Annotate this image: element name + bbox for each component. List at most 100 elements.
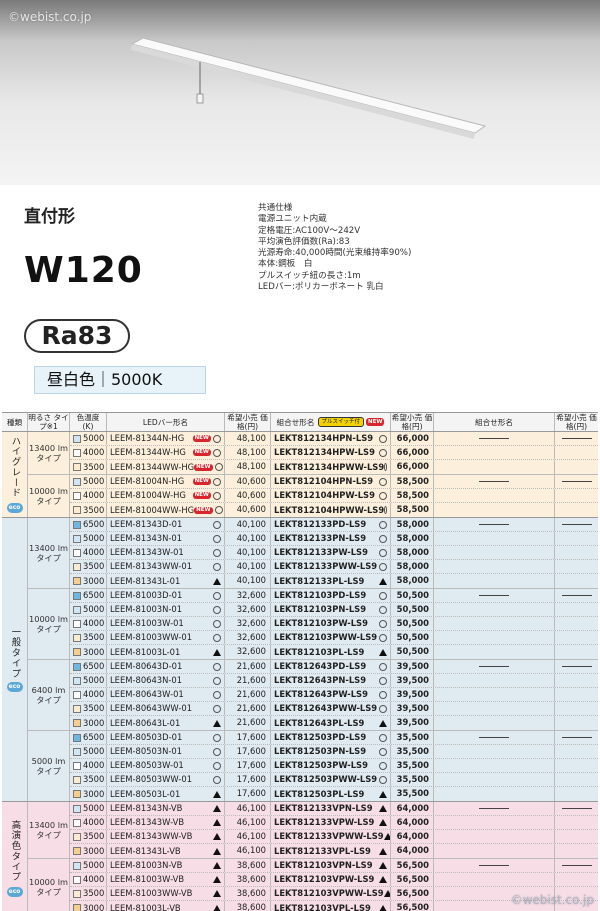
combination-cell: LEKT812103PW-LS9 — [271, 617, 391, 630]
combination-price: 58,500 — [391, 475, 434, 488]
table-row: 3500 LEEM-80643WW-01 21,600 LEKT812643PWW-L… — [70, 702, 598, 716]
led-bar-cell: LEEM-81343D-01 — [107, 518, 225, 531]
color-temp-value: 5000 — [83, 604, 105, 614]
led-bar-code-wrap: LEEM-81004WW-HG — [110, 504, 194, 517]
color-temp-cell: 6500 — [70, 518, 107, 531]
led-bar-cell: LEEM-81344WW-HG NEW — [107, 460, 225, 474]
price3-cell — [555, 617, 598, 630]
table-row: 3500 LEEM-81344WW-HG NEW 48,100 LEKT812134HP… — [70, 460, 598, 474]
combination-code: LEKT812103PL-LS9 — [274, 646, 365, 657]
circle-mark-icon — [379, 448, 387, 457]
price3-cell — [555, 830, 598, 843]
table-row: 3000 LEEM-80643L-01 21,600 LEKT812643PL-LS9… — [70, 716, 598, 730]
led-bar-code: LEEM-81344N-HG — [110, 433, 185, 443]
combination-code: LEKT812134HPW-LS9 — [274, 447, 375, 457]
combination-cell: LEKT812133PW-LS9 — [271, 546, 391, 559]
led-bar-code: LEEM-80643D-01 — [110, 661, 183, 671]
circle-mark-icon — [379, 591, 387, 600]
triangle-mark-icon — [379, 648, 387, 656]
color-temp-value: 3500 — [83, 504, 105, 515]
combination-price: 35,500 — [391, 787, 434, 801]
circle-mark-icon — [213, 747, 221, 756]
combination-price: 39,500 — [391, 660, 434, 673]
led-bar-code-wrap: LEEM-81004N-HG — [110, 475, 184, 488]
row-list: 5000 LEEM-81343N-VB 46,100 LEKT812133VPN-LS… — [70, 802, 598, 858]
combination-price: 58,000 — [391, 560, 434, 573]
circle-mark-icon — [379, 562, 387, 571]
color-temp-value: 6500 — [83, 661, 105, 671]
watermark-top: ©webist.co.jp — [8, 10, 92, 24]
led-price: 40,600 — [225, 489, 271, 502]
color-temp-cell: 3000 — [70, 844, 107, 858]
circle-mark-icon — [379, 662, 387, 671]
color-swatch — [73, 761, 81, 770]
led-price: 32,600 — [225, 645, 271, 659]
combination-price: 39,500 — [391, 716, 434, 730]
color-swatch — [73, 648, 81, 656]
led-price: 17,600 — [225, 787, 271, 801]
color-temp-value: 3500 — [83, 561, 105, 571]
color-swatch — [73, 520, 81, 529]
combination-price: 64,000 — [391, 844, 434, 858]
led-bar-code: LEEM-81343D-01 — [110, 519, 183, 529]
led-marks: NEW — [192, 448, 221, 457]
combination-code: LEKT812133PL-LS9 — [274, 575, 365, 586]
combination2-cell — [434, 716, 555, 730]
combination-code: LEKT812503PN-LS9 — [274, 746, 367, 756]
led-bar-cell: LEEM-80503L-01 — [107, 787, 225, 801]
table-row: 3000 LEEM-81343L-VB 46,100 LEKT812133VPL-LS… — [70, 844, 598, 858]
combination-price: 64,000 — [391, 802, 434, 815]
price3-cell — [555, 716, 598, 730]
combination-cell: LEKT812133VPN-LS9 — [271, 802, 391, 815]
table-row: 4000 LEEM-80503W-01 17,600 LEKT812503PW-LS9… — [70, 759, 598, 773]
led-bar-code: LEEM-81003D-01 — [110, 590, 183, 600]
row-list: 6500 LEEM-81343D-01 40,100 LEKT812133PD-LS9… — [70, 518, 598, 588]
combination2-cell — [434, 532, 555, 545]
combination-price: 58,000 — [391, 518, 434, 531]
spec-line: 光源寿命:40,000時間(光束維持率90%) — [258, 248, 412, 259]
table-row: 3000 LEEM-81343L-01 40,100 LEKT812133PL-LS9… — [70, 574, 598, 588]
led-marks — [213, 690, 221, 699]
color-temp-cell: 4000 — [70, 546, 107, 559]
combination2-cell — [434, 787, 555, 801]
led-bar-code-wrap: LEEM-81344N-HG — [110, 432, 184, 445]
led-price: 38,600 — [225, 873, 271, 886]
combination2-cell — [434, 688, 555, 701]
circle-mark-icon — [213, 548, 221, 557]
led-bar-code-wrap: LEEM-81003W-VB — [110, 873, 184, 886]
color-temp-value: 5000 — [83, 433, 105, 443]
circle-mark-icon — [213, 704, 221, 713]
table-row: 5000 LEEM-80643N-01 21,600 LEKT812643PN-LS9… — [70, 674, 598, 688]
circle-mark-icon — [213, 477, 221, 486]
combination-code: LEKT812103PD-LS9 — [274, 590, 367, 600]
led-price: 21,600 — [225, 702, 271, 715]
color-temp-value: 6500 — [83, 732, 105, 742]
brightness-type: 10000 lmタイプ — [28, 475, 70, 517]
triangle-mark-icon — [213, 862, 221, 869]
led-bar-code-wrap: LEEM-81343D-01 — [110, 518, 182, 531]
empty-dash — [561, 438, 592, 439]
brightness-subgroups: 13400 lmタイプ 5000 LEEM-81344N-HG NEW 48,100 LE… — [28, 432, 598, 517]
color-temp-cell: 4000 — [70, 873, 107, 886]
combination-price: 50,500 — [391, 603, 434, 616]
led-bar-code: LEEM-81003W-01 — [110, 618, 184, 628]
row-list: 6500 LEEM-80643D-01 21,600 LEKT812643PD-LS9… — [70, 660, 598, 730]
combination2-cell — [434, 617, 555, 630]
price3-cell — [555, 759, 598, 772]
combination-price: 58,000 — [391, 574, 434, 588]
circle-mark-icon — [379, 534, 387, 543]
combination2-cell — [434, 844, 555, 858]
price3-cell — [555, 660, 598, 673]
circle-mark-icon — [213, 662, 221, 671]
led-marks — [213, 534, 221, 543]
combination2-cell — [434, 702, 555, 715]
header-comb-label: 組合せ形名 — [276, 417, 315, 427]
color-temp-cell: 5000 — [70, 859, 107, 872]
eco-icon: eco — [6, 886, 23, 897]
led-price: 32,600 — [225, 603, 271, 616]
group-kind-label: 一般タイプ — [9, 626, 21, 679]
led-marks — [213, 876, 221, 883]
led-marks — [213, 662, 221, 671]
brightness-type: 10000 lmタイプ — [28, 589, 70, 659]
color-swatch — [73, 434, 81, 443]
